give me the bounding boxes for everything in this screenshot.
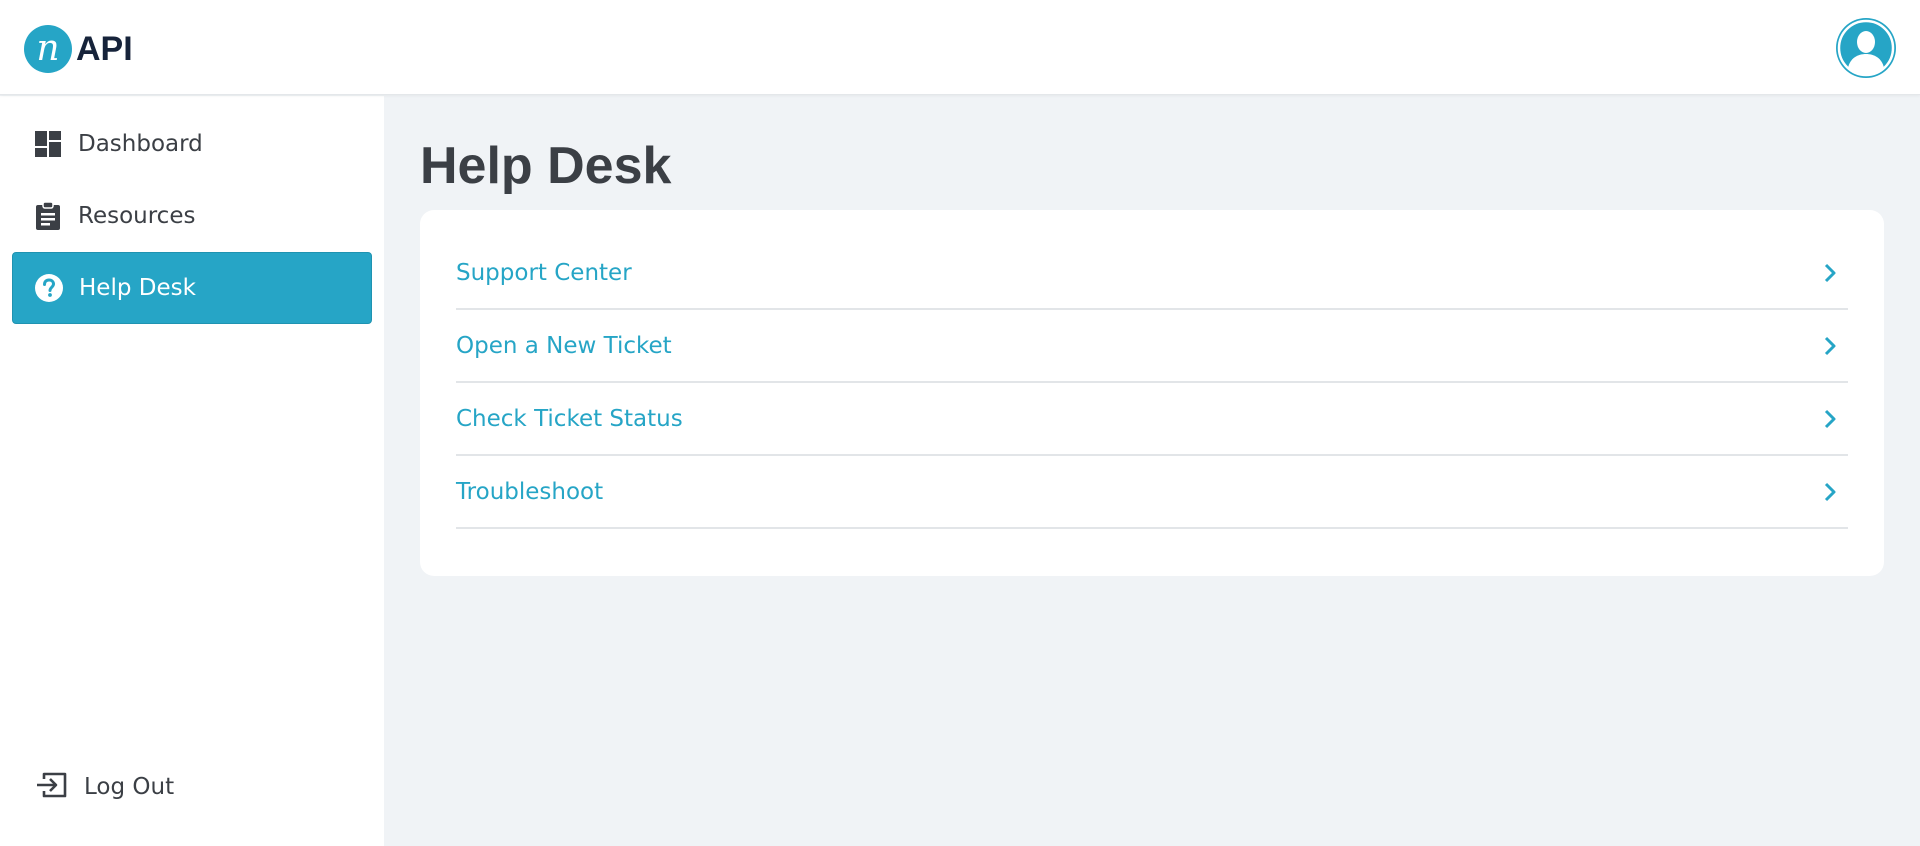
logout-button[interactable]: Log Out [36,770,174,804]
logo-text: API [76,29,133,68]
chevron-right-icon [1820,482,1840,502]
top-bar: n API [0,0,1920,95]
sidebar-item-resources[interactable]: Resources [12,180,372,252]
link-troubleshoot[interactable]: Troubleshoot [456,456,1848,529]
dashboard-icon [32,128,64,160]
main-content: Help Desk Support Center Open a New Tick… [384,96,1920,846]
sidebar-item-dashboard[interactable]: Dashboard [12,108,372,180]
logout-icon [36,770,68,804]
sidebar-item-label: Resources [78,203,196,229]
sidebar-item-help-desk[interactable]: Help Desk [12,252,372,324]
help-circle-icon [33,272,65,304]
link-label: Open a New Ticket [456,332,672,359]
link-label: Support Center [456,259,632,286]
link-label: Check Ticket Status [456,405,683,432]
logo-mark: n [24,25,72,73]
link-open-new-ticket[interactable]: Open a New Ticket [456,310,1848,383]
user-avatar-icon[interactable] [1836,18,1896,78]
sidebar-item-label: Dashboard [78,131,203,157]
chevron-right-icon [1820,409,1840,429]
chevron-right-icon [1820,263,1840,283]
app-logo[interactable]: n API [24,24,133,74]
help-desk-card: Support Center Open a New Ticket Check T… [420,210,1884,576]
link-label: Troubleshoot [456,478,604,505]
link-check-ticket-status[interactable]: Check Ticket Status [456,383,1848,456]
clipboard-icon [32,200,64,232]
link-support-center[interactable]: Support Center [456,237,1848,310]
sidebar: Dashboard Resources Help Desk Log Out [0,96,384,846]
sidebar-item-label: Help Desk [79,275,196,301]
logout-label: Log Out [84,774,175,800]
page-title: Help Desk [420,137,672,195]
chevron-right-icon [1820,336,1840,356]
